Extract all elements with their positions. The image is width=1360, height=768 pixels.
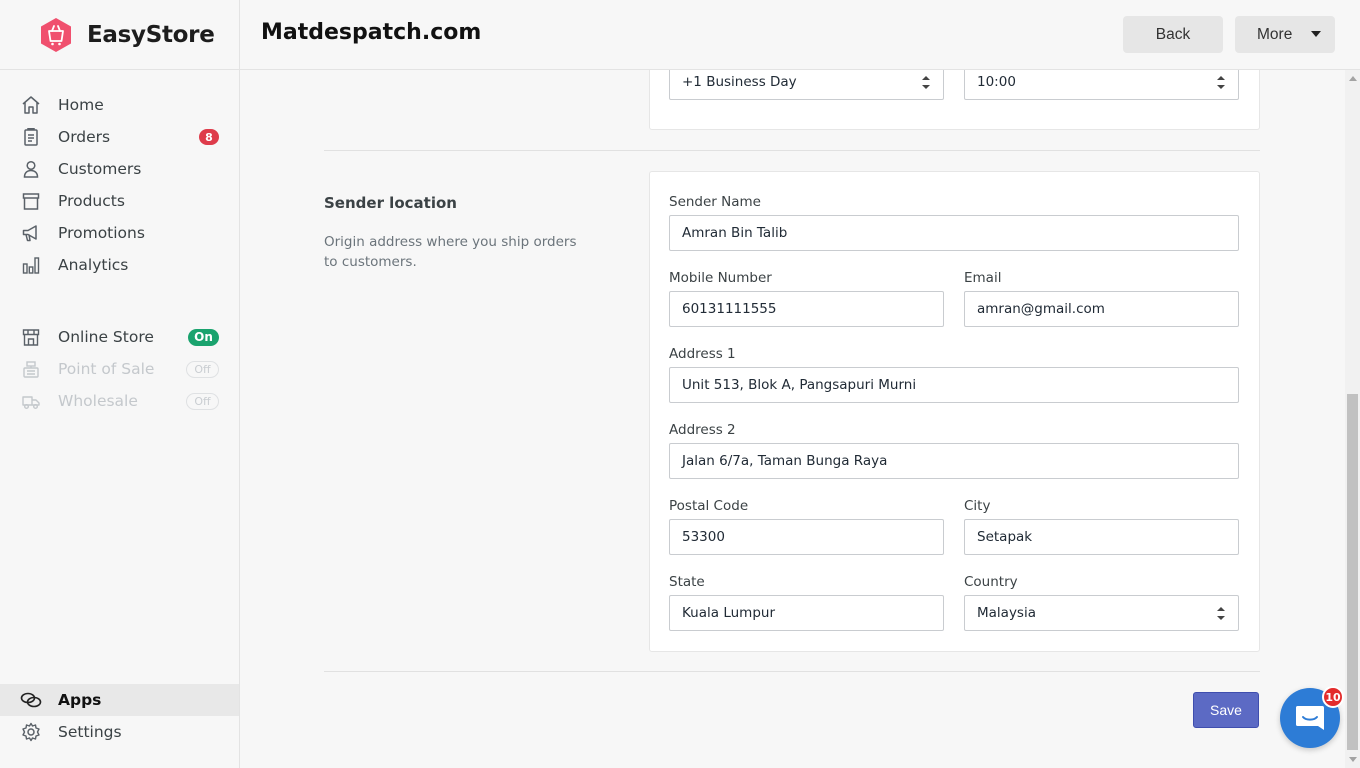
pickup-card: +1 Business Day 10:00 [649,70,1260,130]
more-button-label: More [1257,25,1293,43]
sidebar-item-label: Customers [58,160,142,178]
select-arrows-icon [1217,76,1225,89]
address1-label: Address 1 [669,346,736,362]
email-label: Email [964,270,1002,286]
main-nav: Home Orders 8 Customers Products Promoti… [0,89,239,281]
sidebar-item-customers[interactable]: Customers [0,153,239,185]
sidebar-item-analytics[interactable]: Analytics [0,249,239,281]
brand[interactable]: EasyStore [0,0,239,70]
truck-icon [20,390,42,412]
back-button[interactable]: Back [1123,16,1223,53]
sidebar-item-settings[interactable]: Settings [0,716,239,748]
state-label: State [669,574,705,590]
more-button[interactable]: More [1235,16,1335,53]
email-field[interactable]: amran@gmail.com [964,291,1239,327]
section-divider [324,150,1260,151]
country-select[interactable]: Malaysia [964,595,1239,631]
scrollbar-thumb[interactable] [1347,394,1358,750]
orders-count-badge: 8 [199,129,219,145]
sidebar-item-online-store[interactable]: Online Store On [0,321,239,353]
scroll-up-arrow-icon[interactable] [1349,76,1357,81]
page-header: Matdespatch.com Back More [240,0,1360,70]
country-label: Country [964,574,1018,590]
register-icon [20,358,42,380]
sidebar: EasyStore Home Orders 8 Customers Produc… [0,0,240,768]
sidebar-item-label: Settings [58,723,122,741]
megaphone-icon [20,222,42,244]
sidebar-item-label: Point of Sale [58,360,155,378]
sidebar-item-label: Home [58,96,104,114]
chat-icon [1296,706,1324,730]
mobile-number-input[interactable]: 60131111555 [669,291,944,327]
apps-icon [20,689,42,711]
address2-label: Address 2 [669,422,736,438]
page-scrollbar[interactable] [1345,70,1360,768]
sidebar-item-point-of-sale[interactable]: Point of Sale Off [0,353,239,385]
pickup-time-value: 10:00 [977,74,1016,90]
section-divider [324,671,1260,672]
select-arrows-icon [922,76,930,89]
sidebar-item-label: Analytics [58,256,129,274]
postal-code-input[interactable]: 53300 [669,519,944,555]
pickup-time-select[interactable]: 10:00 [964,70,1239,100]
caret-down-icon [1311,31,1321,37]
mobile-number-label: Mobile Number [669,270,772,286]
save-button[interactable]: Save [1193,692,1259,728]
easystore-logo-icon [41,17,71,52]
bar-chart-icon [20,254,42,276]
sender-location-card: Sender Name Amran Bin Talib Mobile Numbe… [649,171,1260,652]
pickup-day-value: +1 Business Day [682,74,797,90]
sidebar-item-apps[interactable]: Apps [0,684,239,716]
box-icon [20,190,42,212]
sidebar-item-home[interactable]: Home [0,89,239,121]
address1-input[interactable]: Unit 513, Blok A, Pangsapuri Murni [669,367,1239,403]
person-icon [20,158,42,180]
status-badge-off: Off [186,392,219,410]
status-badge-on: On [188,328,219,346]
sidebar-item-label: Online Store [58,328,154,346]
section-title: Sender location [324,194,457,212]
postal-code-label: Postal Code [669,498,749,514]
sidebar-item-label: Apps [58,691,102,709]
country-value: Malaysia [977,605,1036,621]
gear-icon [20,721,42,743]
city-label: City [964,498,991,514]
bottom-nav: Apps Settings [0,684,239,748]
city-input[interactable]: Setapak [964,519,1239,555]
address2-input[interactable]: Jalan 6/7a, Taman Bunga Raya [669,443,1239,479]
select-arrows-icon [1217,607,1225,620]
state-input[interactable]: Kuala Lumpur [669,595,944,631]
sidebar-item-orders[interactable]: Orders 8 [0,121,239,153]
main-content: +1 Business Day 10:00 Sender location Or… [240,70,1345,768]
sidebar-item-promotions[interactable]: Promotions [0,217,239,249]
brand-name: EasyStore [87,21,215,48]
sidebar-item-label: Products [58,192,125,210]
sender-name-input[interactable]: Amran Bin Talib [669,215,1239,251]
sidebar-item-label: Promotions [58,224,145,242]
clipboard-icon [20,126,42,148]
pickup-day-select[interactable]: +1 Business Day [669,70,944,100]
sender-name-label: Sender Name [669,194,761,210]
scroll-down-arrow-icon[interactable] [1349,757,1357,762]
sidebar-item-label: Orders [58,128,111,146]
sidebar-item-wholesale[interactable]: Wholesale Off [0,385,239,417]
status-badge-off: Off [186,360,219,378]
page-title: Matdespatch.com [261,20,482,45]
chat-unread-badge: 10 [1322,686,1344,708]
sidebar-item-products[interactable]: Products [0,185,239,217]
storefront-icon [20,326,42,348]
sidebar-item-label: Wholesale [58,392,138,410]
home-icon [20,94,42,116]
channels-nav: Online Store On Point of Sale Off Wholes… [0,321,239,417]
section-description: Origin address where you ship orders to … [324,234,577,270]
